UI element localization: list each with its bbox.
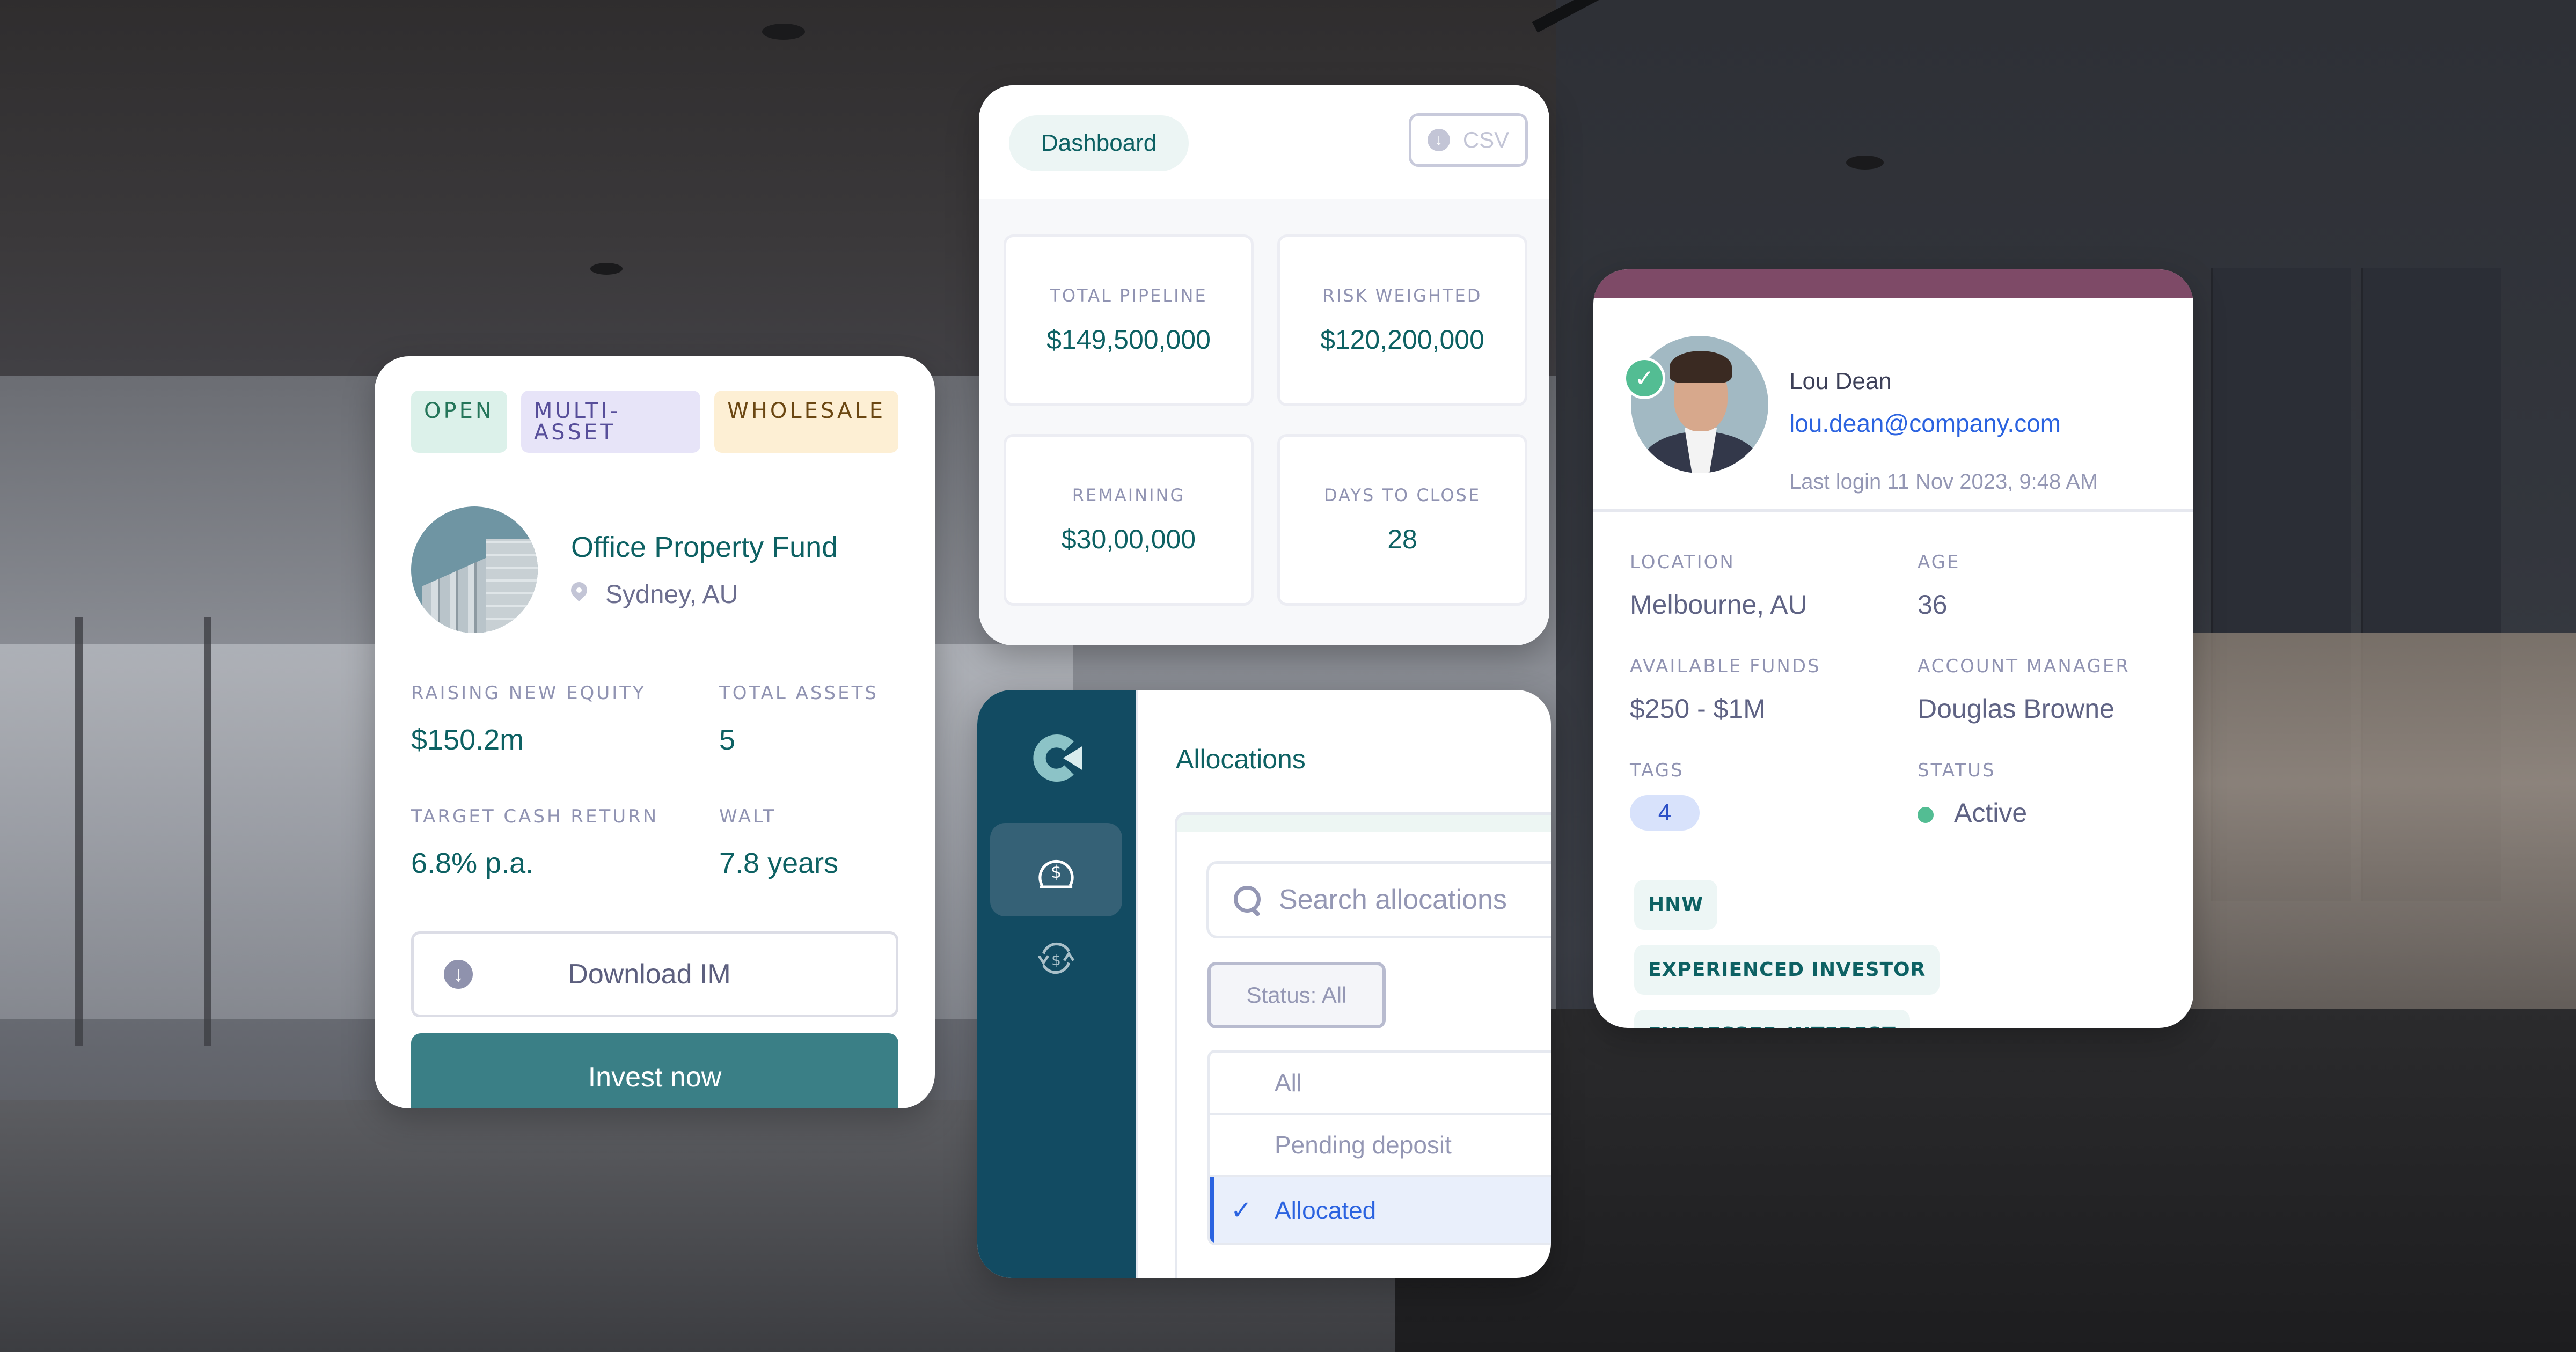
- svg-text:$: $: [1051, 951, 1061, 969]
- verified-check-icon: ✓: [1623, 357, 1665, 399]
- profile-header-bar: [1593, 269, 2193, 298]
- kpi-total-pipeline: TOTAL PIPELINE $149,500,000: [1004, 234, 1254, 406]
- status-option-all[interactable]: All: [1210, 1053, 1551, 1115]
- sidebar-item-allocations[interactable]: $: [990, 823, 1122, 916]
- allocations-card: $ $ Allocations Search allocations Statu…: [977, 690, 1551, 1278]
- profile-details: LOCATION Melbourne, AU AGE 36 AVAILABLE …: [1593, 512, 2193, 831]
- stat-raising-new-equity: RAISING NEW EQUITY $150.2m: [411, 682, 646, 756]
- download-im-button[interactable]: ↓ Download IM: [411, 931, 898, 1017]
- badge-wholesale: WHOLESALE: [714, 391, 898, 453]
- fund-badges: OPEN MULTI-ASSET WHOLESALE: [411, 391, 898, 453]
- field-location: LOCATION Melbourne, AU: [1630, 552, 1807, 620]
- tags-count-badge[interactable]: 4: [1630, 795, 1700, 831]
- investor-tags: HNW EXPERIENCED INVESTOR EXPRESSED INTER…: [1593, 831, 2033, 1028]
- badge-multi-asset: MULTI-ASSET: [521, 391, 701, 453]
- investor-profile-card: ✓ Lou Dean lou.dean@company.com Last log…: [1593, 269, 2193, 1028]
- window-frame: [204, 617, 211, 1046]
- search-input[interactable]: Search allocations: [1206, 861, 1551, 938]
- kpi-remaining: REMAINING $30,00,000: [1004, 434, 1254, 606]
- field-account-manager: ACCOUNT MANAGER Douglas Browne: [1918, 656, 2130, 724]
- fund-card: OPEN MULTI-ASSET WHOLESALE Office Proper…: [375, 356, 935, 1108]
- status-filter-button[interactable]: Status: All: [1208, 962, 1386, 1028]
- csv-download-button[interactable]: ↓ CSV: [1409, 113, 1528, 167]
- status-dropdown: All Pending deposit ✓ Allocated: [1208, 1050, 1551, 1245]
- kpi-grid: TOTAL PIPELINE $149,500,000 RISK WEIGHTE…: [979, 199, 1549, 645]
- status-option-pending-deposit[interactable]: Pending deposit: [1210, 1115, 1551, 1177]
- invest-now-button[interactable]: Invest now: [411, 1033, 898, 1108]
- location-pin-icon: [571, 582, 587, 607]
- status-option-allocated[interactable]: ✓ Allocated: [1210, 1177, 1551, 1243]
- tag-experienced-investor[interactable]: EXPERIENCED INVESTOR: [1634, 945, 1940, 995]
- dashboard-card: Dashboard ↓ CSV TOTAL PIPELINE $149,500,…: [979, 85, 1549, 645]
- fund-stats: RAISING NEW EQUITY $150.2m TOTAL ASSETS …: [411, 682, 898, 880]
- investor-name: Lou Dean: [1789, 368, 1892, 394]
- window-frame: [75, 617, 83, 1046]
- avatar: [1631, 336, 1768, 473]
- kpi-risk-weighted: RISK WEIGHTED $120,200,000: [1277, 234, 1527, 406]
- ceiling-light: [1846, 156, 1884, 170]
- download-icon: ↓: [444, 960, 473, 989]
- field-available-funds: AVAILABLE FUNDS $250 - $1M: [1630, 656, 1821, 724]
- stat-total-assets: TOTAL ASSETS 5: [719, 682, 879, 756]
- ceiling-light: [762, 24, 805, 40]
- fund-header: Office Property Fund Sydney, AU: [411, 506, 898, 633]
- last-login: Last login 11 Nov 2023, 9:48 AM: [1789, 470, 2098, 494]
- sidebar: $ $: [977, 690, 1136, 1278]
- allocations-panel: Search allocations Status: All All Pendi…: [1175, 812, 1551, 1278]
- check-icon: ✓: [1231, 1196, 1253, 1225]
- stat-target-cash-return: TARGET CASH RETURN 6.8% p.a.: [411, 806, 659, 879]
- field-age: AGE 36: [1918, 552, 1960, 620]
- ceiling-light: [590, 263, 623, 275]
- tag-expressed-interest[interactable]: EXPRESSED INTEREST: [1634, 1010, 1910, 1028]
- kpi-days-to-close: DAYS TO CLOSE 28: [1277, 434, 1527, 606]
- search-icon: [1234, 886, 1262, 914]
- fund-location-text: Sydney, AU: [605, 580, 738, 609]
- stat-walt: WALT 7.8 years: [719, 806, 839, 879]
- investor-email-link[interactable]: lou.dean@company.com: [1789, 409, 2061, 438]
- fund-title: Office Property Fund: [571, 531, 838, 563]
- fund-building-image: [411, 506, 538, 633]
- tag-hnw[interactable]: HNW: [1634, 880, 1717, 930]
- currency-exchange-icon: $: [1037, 942, 1075, 974]
- status-badge: Active: [1918, 797, 2193, 828]
- money-bag-icon: $: [1038, 859, 1074, 889]
- field-status: STATUS Active: [1918, 760, 2193, 831]
- marble-backsplash: [2190, 633, 2576, 1009]
- tab-dashboard[interactable]: Dashboard: [1009, 115, 1189, 171]
- badge-open: OPEN: [411, 391, 507, 453]
- status-dot-icon: [1918, 806, 1934, 823]
- brand-logo-icon: [1033, 734, 1082, 782]
- field-tags: TAGS 4: [1630, 760, 1918, 831]
- page-title: Allocations: [1176, 744, 1306, 774]
- sidebar-item-transactions[interactable]: $: [990, 926, 1122, 990]
- download-icon: ↓: [1427, 129, 1450, 151]
- kitchen-counter: [1395, 1009, 2576, 1352]
- fund-location: Sydney, AU: [571, 580, 838, 609]
- svg-text:$: $: [1051, 862, 1062, 882]
